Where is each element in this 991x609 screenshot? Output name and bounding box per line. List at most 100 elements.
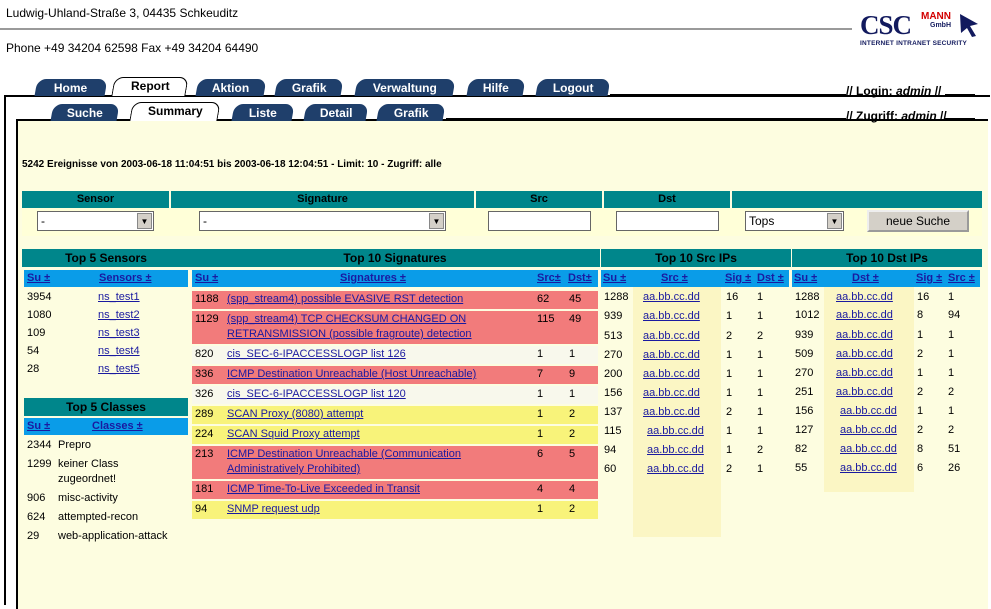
ip-row: 156 aa.bb.cc.dd 1 1	[792, 405, 980, 421]
signature-link[interactable]: (spp_stream4) TCP CHECKSUM CHANGED ON	[227, 313, 466, 325]
signatures-col-su[interactable]: Su ±	[195, 270, 218, 287]
ip-other-count: 94	[948, 309, 961, 321]
classes-col-name[interactable]: Classes ±	[92, 418, 143, 435]
ip-address-link[interactable]: aa.bb.cc.dd	[840, 462, 897, 474]
ip-address-link[interactable]: aa.bb.cc.dd	[643, 330, 700, 342]
ip-address-link[interactable]: aa.bb.cc.dd	[836, 291, 893, 303]
sensor-link[interactable]: ns_test5	[98, 363, 140, 375]
sensor-link[interactable]: ns_test1	[98, 291, 140, 303]
src_ips-col-sig[interactable]: Sig ±	[725, 270, 751, 287]
main-tab-logout[interactable]: Logout	[535, 79, 611, 96]
tops-select[interactable]: Tops ▼	[745, 211, 844, 231]
sub-tab-grafik[interactable]: Grafik	[376, 104, 446, 121]
sensor-link[interactable]: ns_test2	[98, 309, 140, 321]
src_ips-col-su[interactable]: Su ±	[603, 270, 626, 287]
ip-address-link[interactable]: aa.bb.cc.dd	[643, 349, 700, 361]
main-tab-grafik[interactable]: Grafik	[274, 79, 344, 96]
ip-address-link[interactable]: aa.bb.cc.dd	[647, 444, 704, 456]
ip-address-link[interactable]: aa.bb.cc.dd	[643, 310, 700, 322]
signatures-col-name[interactable]: Signatures ±	[340, 270, 406, 287]
ip-address-link[interactable]: aa.bb.cc.dd	[643, 406, 700, 418]
signature-link[interactable]: ICMP Destination Unreachable (Host Unrea…	[227, 368, 476, 380]
signatures-col-dst[interactable]: Dst±	[568, 270, 592, 287]
ip-address-link[interactable]: aa.bb.cc.dd	[840, 424, 897, 436]
dst_ips-col-ip[interactable]: Dst ±	[852, 270, 879, 287]
main-tab-label: Logout	[552, 81, 594, 95]
sensor-count: 54	[27, 345, 40, 357]
main-tab-verwaltung[interactable]: Verwaltung	[354, 79, 456, 96]
ip-other-count: 26	[948, 462, 961, 474]
ip-count: 200	[604, 368, 623, 380]
signature-count: 181	[195, 483, 214, 495]
ip-address-link[interactable]: aa.bb.cc.dd	[840, 443, 897, 455]
signature-src-count: 1	[537, 348, 544, 360]
dst_ips-col-su[interactable]: Su ±	[794, 270, 817, 287]
sub-tab-suche[interactable]: Suche	[50, 104, 120, 121]
signature-link[interactable]: SCAN Proxy (8080) attempt	[227, 408, 363, 420]
ip-address-link[interactable]: aa.bb.cc.dd	[643, 291, 700, 303]
main-tab-line-right	[945, 94, 975, 96]
sensor-select[interactable]: - ▼	[37, 211, 154, 231]
new-search-button[interactable]: neue Suche	[867, 210, 969, 232]
sensor-link[interactable]: ns_test4	[98, 345, 140, 357]
ip-other-count: 1	[948, 291, 955, 303]
class-row: 29 web-application-attack	[24, 530, 188, 546]
ip-row: 60 aa.bb.cc.dd 2 1	[601, 463, 789, 479]
main-tab-report[interactable]: Report	[111, 77, 189, 96]
sensor-link[interactable]: ns_test3	[98, 327, 140, 339]
ip-row: 513 aa.bb.cc.dd 2 2	[601, 330, 789, 346]
signature-row: 326 cis_SEC-6-IPACCESSLOGP list 120 1 1	[192, 386, 598, 404]
logo-cursor-icon	[960, 14, 978, 37]
signature-link[interactable]: cis_SEC-6-IPACCESSLOGP list 126	[227, 348, 406, 360]
signature-link[interactable]: ICMP Destination Unreachable (Communicat…	[227, 448, 461, 460]
ip-other-count: 1	[948, 348, 955, 360]
sensors-col-name[interactable]: Sensors ±	[99, 270, 152, 287]
ip-address-link[interactable]: aa.bb.cc.dd	[836, 309, 893, 321]
filter-header-src: Src	[476, 191, 602, 208]
ip-address-link[interactable]: aa.bb.cc.dd	[836, 329, 893, 341]
ip-address-link[interactable]: aa.bb.cc.dd	[840, 405, 897, 417]
classes-col-su[interactable]: Su ±	[27, 418, 50, 435]
signatures-col-src[interactable]: Src±	[537, 270, 561, 287]
main-tab-hilfe[interactable]: Hilfe	[466, 79, 526, 96]
sensor-count: 109	[27, 327, 46, 339]
signature-link[interactable]: SNMP request udp	[227, 503, 320, 515]
sub-tab-liste[interactable]: Liste	[231, 104, 295, 121]
ip-address-link[interactable]: aa.bb.cc.dd	[836, 348, 893, 360]
src_ips-col-other[interactable]: Dst ±	[757, 270, 784, 287]
signature-select[interactable]: - ▼	[199, 211, 446, 231]
src_ips-col-ip[interactable]: Src ±	[661, 270, 688, 287]
main-tab-label: Verwaltung	[372, 81, 437, 95]
ip-address-link[interactable]: aa.bb.cc.dd	[643, 387, 700, 399]
dst-input[interactable]	[616, 211, 719, 231]
dst_ips-col-other[interactable]: Src ±	[948, 270, 975, 287]
ip-sig-count: 2	[726, 330, 733, 342]
sub-tab-detail[interactable]: Detail	[303, 104, 369, 121]
main-tab-home[interactable]: Home	[34, 79, 108, 96]
signature-link[interactable]: SCAN Squid Proxy attempt	[227, 428, 360, 440]
ip-address-link[interactable]: aa.bb.cc.dd	[647, 463, 704, 475]
signature-link-line2[interactable]: Administratively Prohibited)	[227, 463, 360, 475]
ip-address-link[interactable]: aa.bb.cc.dd	[643, 368, 700, 380]
ip-address-link[interactable]: aa.bb.cc.dd	[836, 367, 893, 379]
sensors-col-su[interactable]: Su ±	[27, 270, 50, 287]
class-row: 1299 keiner Class zugeordnet!	[24, 458, 188, 485]
signature-link[interactable]: cis_SEC-6-IPACCESSLOGP list 120	[227, 388, 406, 400]
dst_ips-col-sig[interactable]: Sig ±	[916, 270, 942, 287]
src-input[interactable]	[488, 211, 591, 231]
signature-link-line2[interactable]: RETRANSMISSION (possible fragroute) dete…	[227, 328, 472, 340]
signature-link[interactable]: ICMP Time-To-Live Exceeded in Transit	[227, 483, 420, 495]
signature-link[interactable]: (spp_stream4) possible EVASIVE RST detec…	[227, 293, 463, 305]
ip-sig-count: 1	[726, 387, 733, 399]
ip-address-link[interactable]: aa.bb.cc.dd	[647, 425, 704, 437]
ip-sig-count: 2	[726, 463, 733, 475]
ip-count: 251	[795, 386, 814, 398]
signature-count: 94	[195, 503, 208, 515]
signature-src-count: 1	[537, 408, 544, 420]
classes-column-header: Su ± Classes ±	[24, 418, 188, 435]
ip-address-link[interactable]: aa.bb.cc.dd	[836, 386, 893, 398]
main-tab-aktion[interactable]: Aktion	[195, 79, 267, 96]
sub-tab-label: Grafik	[393, 106, 429, 120]
sub-tab-summary[interactable]: Summary	[129, 102, 221, 121]
signature-dst-count: 4	[569, 483, 576, 495]
